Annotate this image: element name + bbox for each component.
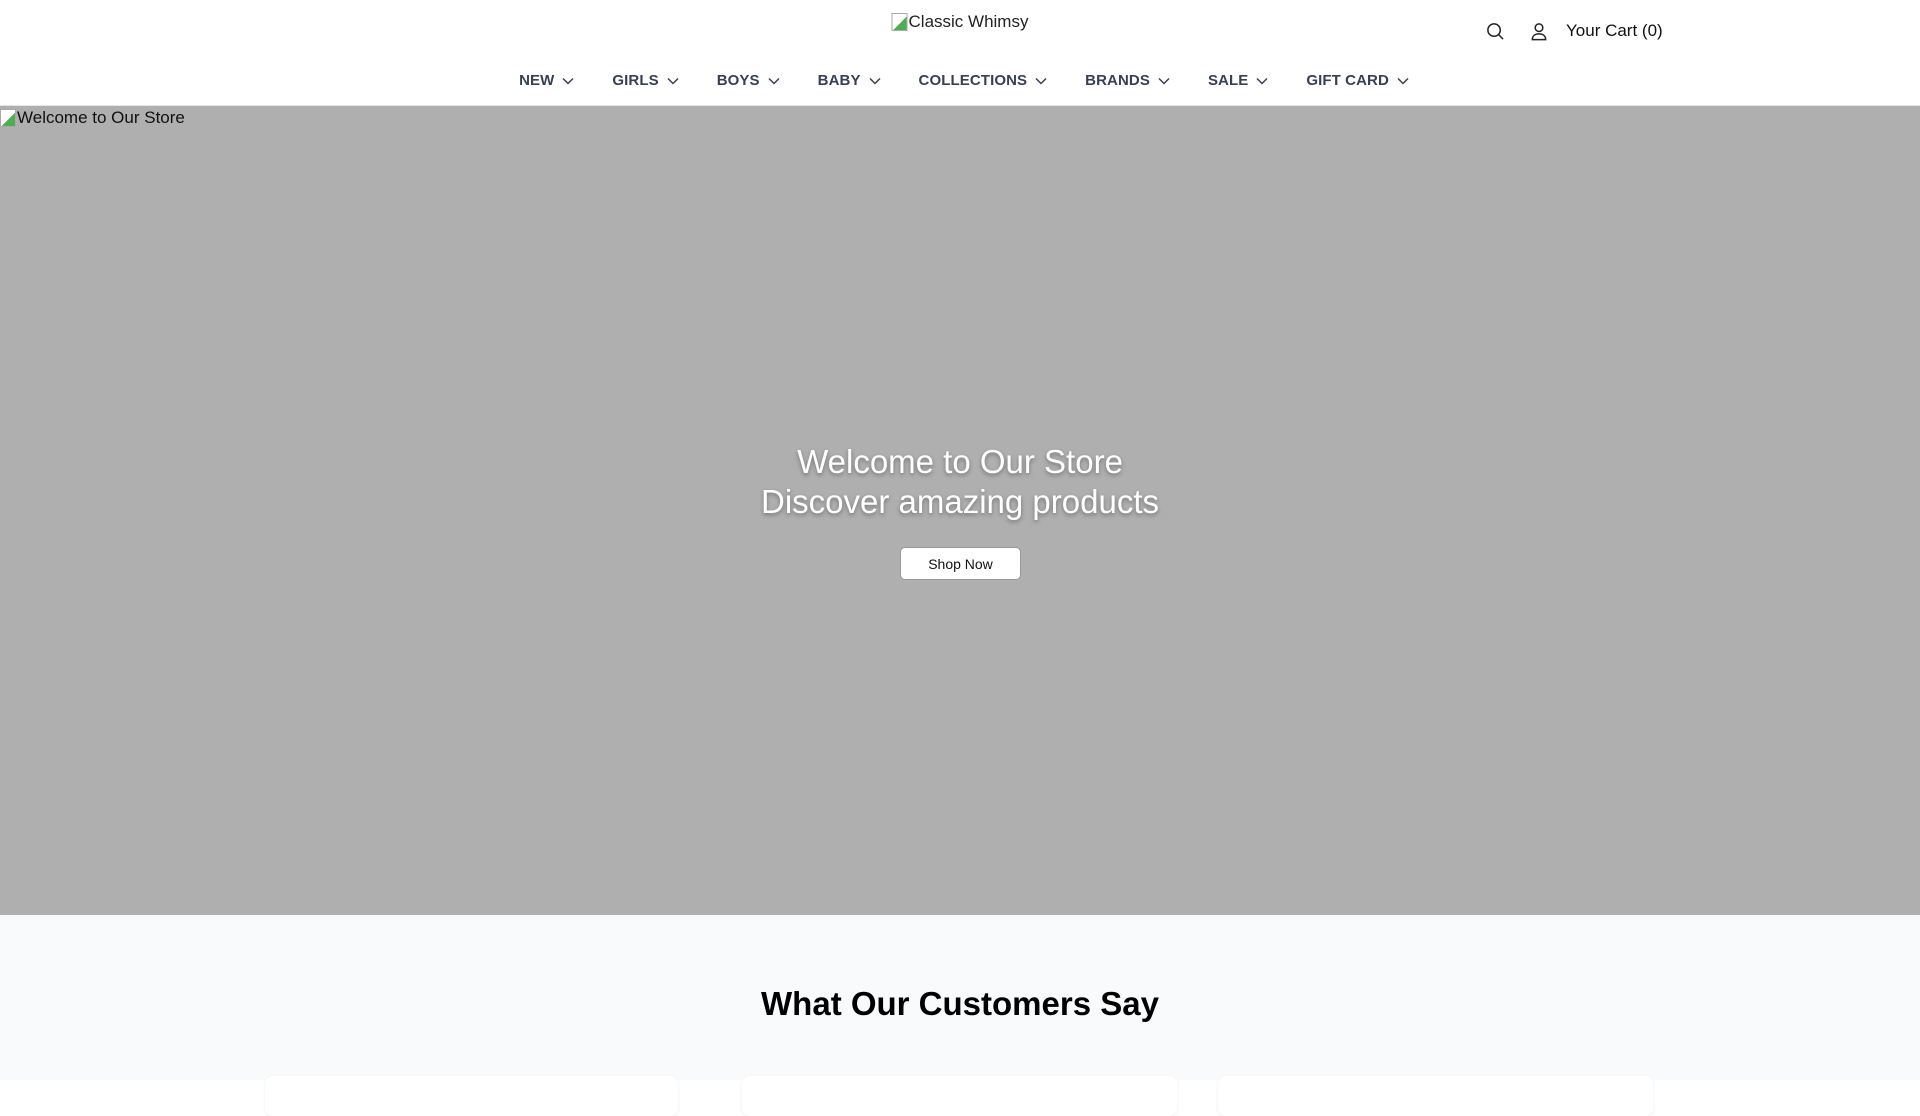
nav-label: BABY — [817, 72, 861, 89]
logo-alt-text: Classic Whimsy — [908, 12, 1029, 31]
chevron-down-icon — [667, 77, 679, 85]
nav-label: GIFT CARD — [1306, 72, 1389, 89]
chevron-down-icon — [1158, 77, 1170, 85]
testimonial-card — [1218, 1076, 1653, 1116]
nav-item-sale[interactable]: SALE — [1208, 72, 1268, 89]
chevron-down-icon — [869, 77, 881, 85]
nav-label: BOYS — [716, 72, 760, 89]
nav-item-collections[interactable]: COLLECTIONS — [919, 72, 1048, 89]
nav-item-brands[interactable]: BRANDS — [1085, 72, 1170, 89]
logo-link[interactable]: Classic Whimsy — [891, 12, 1029, 32]
search-icon — [1486, 22, 1504, 40]
chevron-down-icon — [768, 77, 780, 85]
account-button[interactable] — [1528, 20, 1550, 42]
nav-label: COLLECTIONS — [918, 72, 1028, 89]
testimonial-card — [265, 1076, 678, 1116]
chevron-down-icon — [562, 77, 574, 85]
main-nav: NEW GIRLS BOYS BABY COLLECTIONS BRANDS S… — [0, 72, 1920, 89]
hero-title: Welcome to Our Store — [797, 443, 1123, 480]
nav-label: SALE — [1207, 72, 1249, 89]
chevron-down-icon — [1256, 77, 1268, 85]
broken-image-icon — [891, 13, 908, 31]
site-header: Classic Whimsy Your Cart (0) NEW GIRLS B… — [0, 0, 1920, 106]
hero-image-alt-text: Welcome to Our Store — [17, 108, 185, 127]
hero-image-placeholder: Welcome to Our Store — [0, 108, 185, 128]
cart-link[interactable]: Your Cart (0) — [1566, 21, 1663, 41]
hero-text: Welcome to Our Store Discover amazing pr… — [0, 442, 1920, 522]
nav-item-baby[interactable]: BABY — [818, 72, 881, 89]
search-button[interactable] — [1484, 20, 1506, 42]
hero-banner: Welcome to Our Store Welcome to Our Stor… — [0, 106, 1920, 915]
testimonials-heading: What Our Customers Say — [761, 985, 1159, 1022]
nav-item-gift-card[interactable]: GIFT CARD — [1306, 72, 1409, 89]
header-actions: Your Cart (0) — [1484, 20, 1663, 42]
testimonial-card — [742, 1076, 1177, 1116]
broken-image-icon — [0, 109, 16, 127]
chevron-down-icon — [1035, 77, 1047, 85]
chevron-down-icon — [1397, 77, 1409, 85]
shop-now-button[interactable]: Shop Now — [900, 547, 1021, 580]
testimonials-section: What Our Customers Say — [0, 915, 1920, 1116]
nav-item-girls[interactable]: GIRLS — [612, 72, 679, 89]
nav-label: BRANDS — [1085, 72, 1150, 89]
user-icon — [1531, 22, 1547, 40]
nav-label: GIRLS — [612, 72, 659, 89]
nav-label: NEW — [519, 72, 555, 89]
hero-subtitle: Discover amazing products — [761, 483, 1159, 520]
nav-item-new[interactable]: NEW — [519, 72, 574, 89]
nav-item-boys[interactable]: BOYS — [717, 72, 780, 89]
